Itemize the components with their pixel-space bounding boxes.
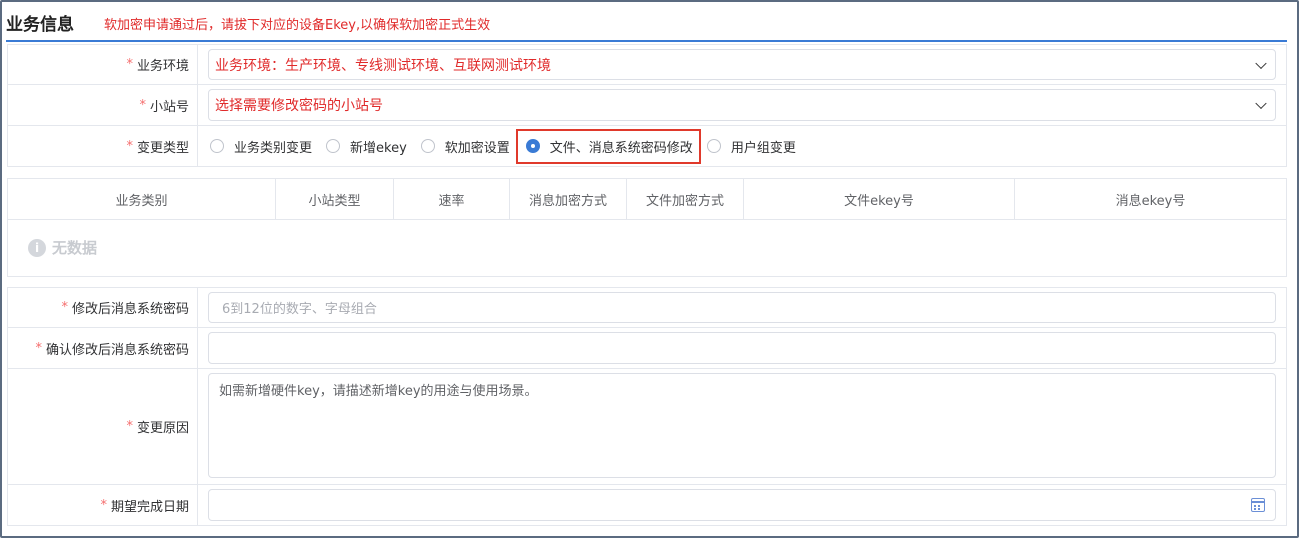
env-row: * 业务环境 业务环境：生产环境、专线测试环境、互联网测试环境 (7, 44, 1287, 85)
radio-circle-icon (210, 139, 224, 153)
calendar-icon[interactable] (1251, 498, 1265, 512)
info-icon: i (28, 238, 46, 257)
section-header: 业务信息 软加密申请通过后，请拔下对应的设备Ekey,以确保软加密正式生效 (6, 8, 1287, 42)
chevron-down-icon (1255, 57, 1267, 69)
station-select[interactable]: 选择需要修改密码的小站号 (208, 89, 1276, 121)
radio-circle-icon (420, 139, 435, 153)
new-password-input[interactable]: 6到12位的数字、字母组合 (208, 292, 1276, 323)
date-label-text: 期望完成日期 (110, 499, 189, 515)
confirm-password-input[interactable] (208, 332, 1276, 364)
new-password-label-text: 修改后消息系统密码 (71, 302, 189, 317)
radio-label: 新增ekey (350, 140, 407, 156)
change-type-label: * 变更类型 (8, 126, 198, 166)
column-header[interactable]: 小站类型 (276, 179, 394, 219)
radio-password-change[interactable]: 文件、消息系统密码修改 (515, 128, 701, 164)
radio-label: 文件、消息系统密码修改 (549, 140, 693, 156)
column-header[interactable]: 文件加密方式 (627, 179, 744, 219)
column-header[interactable]: 消息ekey号 (1015, 179, 1286, 219)
confirm-password-row: * 确认修改后消息系统密码 (7, 328, 1287, 369)
station-label-text: 小站号 (149, 99, 189, 115)
business-table: 业务类别 小站类型 速率 消息加密方式 文件加密方式 文件ekey号 消息eke… (7, 178, 1287, 277)
required-mark: * (61, 300, 68, 315)
required-mark: * (126, 419, 133, 434)
env-select-value: 业务环境：生产环境、专线测试环境、互联网测试环境 (215, 57, 551, 74)
radio-label: 用户组变更 (730, 140, 796, 156)
radio-label: 业务类别变更 (234, 140, 313, 156)
required-mark: * (126, 57, 133, 72)
column-header[interactable]: 业务类别 (8, 179, 276, 219)
required-mark: * (35, 340, 42, 356)
date-label: * 期望完成日期 (8, 485, 198, 525)
required-mark: * (126, 138, 133, 154)
new-password-row: * 修改后消息系统密码 6到12位的数字、字母组合 (7, 287, 1287, 328)
date-row: * 期望完成日期 (7, 485, 1287, 526)
column-header[interactable]: 消息加密方式 (510, 179, 627, 219)
station-row: * 小站号 选择需要修改密码的小站号 (7, 85, 1287, 126)
change-type-row: * 变更类型 业务类别变更 新增ekey 软加密设置 文件、消息系统密码修改 用… (7, 126, 1287, 167)
empty-text: 无数据 (52, 239, 98, 257)
table-header: 业务类别 小站类型 速率 消息加密方式 文件加密方式 文件ekey号 消息eke… (8, 179, 1286, 220)
env-label-text: 业务环境 (136, 59, 189, 74)
radio-checked-icon (525, 139, 540, 153)
new-password-label: * 修改后消息系统密码 (8, 288, 198, 327)
column-header[interactable]: 文件ekey号 (744, 179, 1015, 219)
reason-label: * 变更原因 (8, 369, 198, 484)
confirm-password-label-text: 确认修改后消息系统密码 (45, 342, 189, 358)
date-picker-input[interactable] (208, 489, 1276, 521)
reason-textarea[interactable]: 如需新增硬件key，请描述新增key的用途与使用场景。 (208, 373, 1276, 478)
env-select[interactable]: 业务环境：生产环境、专线测试环境、互联网测试环境 (208, 49, 1276, 80)
column-header[interactable]: 速率 (394, 179, 510, 219)
radio-label: 软加密设置 (444, 140, 510, 156)
radio-business-category-change[interactable]: 业务类别变更 (210, 137, 312, 156)
section-title: 业务信息 (6, 15, 74, 35)
reason-label-text: 变更原因 (136, 421, 189, 436)
reason-placeholder: 如需新增硬件key，请描述新增key的用途与使用场景。 (219, 384, 538, 399)
radio-circle-icon (706, 139, 721, 153)
table-empty-state: i 无数据 (28, 237, 97, 258)
notice-text: 软加密申请通过后，请拔下对应的设备Ekey,以确保软加密正式生效 (104, 18, 491, 33)
radio-soft-encryption[interactable]: 软加密设置 (420, 137, 510, 156)
radio-add-ekey[interactable]: 新增ekey (326, 137, 407, 156)
env-label: * 业务环境 (8, 45, 198, 84)
confirm-password-label: * 确认修改后消息系统密码 (8, 328, 198, 368)
change-type-label-text: 变更类型 (136, 140, 189, 156)
radio-circle-icon (326, 139, 341, 153)
radio-user-group-change[interactable]: 用户组变更 (706, 137, 796, 156)
change-type-radio-group: 业务类别变更 新增ekey 软加密设置 文件、消息系统密码修改 用户组变更 (210, 126, 810, 166)
station-label: * 小站号 (8, 85, 198, 125)
chevron-down-icon (1255, 97, 1267, 110)
station-select-value: 选择需要修改密码的小站号 (215, 98, 383, 114)
required-mark: * (100, 497, 107, 513)
reason-row: * 变更原因 如需新增硬件key，请描述新增key的用途与使用场景。 (7, 369, 1287, 485)
required-mark: * (139, 97, 146, 113)
new-password-placeholder: 6到12位的数字、字母组合 (222, 302, 377, 317)
